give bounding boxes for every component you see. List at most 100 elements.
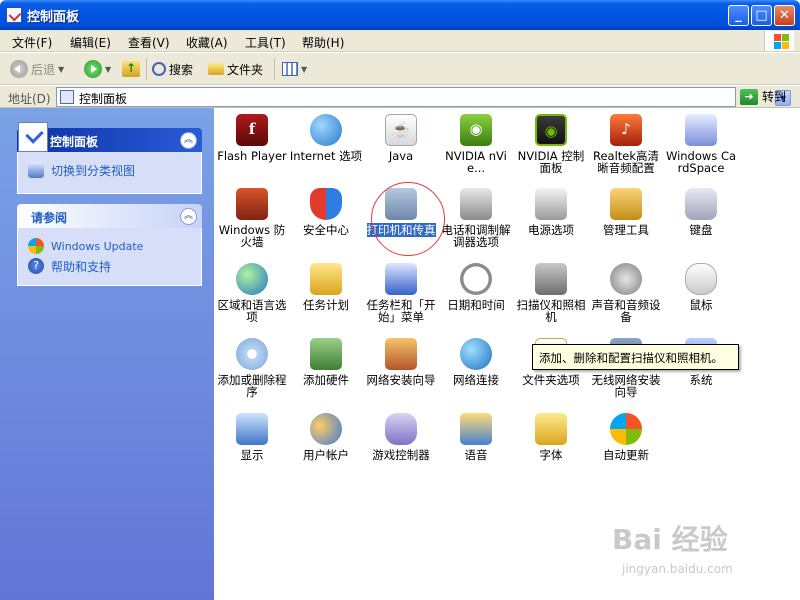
help-support-link[interactable]: ? 帮助和支持 — [28, 256, 201, 276]
address-value: 控制面板 — [79, 92, 128, 106]
cp-item-admin-tools[interactable]: 管理工具 — [589, 188, 663, 236]
cp-item-nvidia-control-panel[interactable]: ◉ NVIDIA 控制面板 — [514, 114, 588, 174]
cp-item-mouse[interactable]: 鼠标 — [664, 263, 738, 311]
mouse-icon — [685, 263, 717, 295]
firewall-icon — [236, 188, 268, 220]
cp-item-flash-player[interactable]: f Flash Player — [215, 114, 289, 162]
help-icon: ? — [28, 258, 44, 274]
security-center-icon — [310, 188, 342, 220]
collapse-icon[interactable]: ︽ — [180, 132, 197, 149]
views-icon — [282, 62, 298, 76]
automatic-updates-icon — [610, 413, 642, 445]
menu-view[interactable]: 查看(V) — [128, 34, 170, 51]
cp-item-sound-audio[interactable]: 声音和音频设备 — [589, 263, 663, 323]
cp-item-keyboard[interactable]: 键盘 — [664, 188, 738, 236]
back-arrow-icon — [10, 60, 28, 78]
chevron-down-icon: ▼ — [301, 64, 308, 74]
address-label: 地址(D) — [8, 92, 51, 106]
scheduled-tasks-icon — [310, 263, 342, 295]
address-input[interactable]: 控制面板 ▼ — [56, 87, 791, 107]
cp-item-java[interactable]: ☕ Java — [364, 114, 438, 162]
cp-item-user-accounts[interactable]: 用户帐户 — [289, 413, 363, 461]
windows-update-link[interactable]: Windows Update — [28, 236, 201, 256]
cp-item-phone-modem[interactable]: 电话和调制解调器选项 — [439, 188, 513, 248]
menu-help[interactable]: 帮助(H) — [302, 34, 344, 51]
cp-item-date-time[interactable]: 日期和时间 — [439, 263, 513, 311]
scanner-camera-icon — [535, 263, 567, 295]
cp-item-display[interactable]: 显示 — [215, 413, 289, 461]
go-arrow-icon: ➔ — [740, 88, 758, 105]
category-view-icon — [28, 162, 44, 178]
switch-category-view-link[interactable]: 切换到分类视图 — [28, 160, 201, 180]
see-also-section: 请参阅 ︽ Windows Update ? 帮助和支持 — [17, 204, 202, 286]
control-panel-icon — [18, 122, 48, 152]
menu-file[interactable]: 文件(F) — [12, 34, 52, 51]
cp-item-scheduled-tasks[interactable]: 任务计划 — [289, 263, 363, 311]
cp-item-nvidia-nview[interactable]: ◉ NVIDIA nVie... — [439, 114, 513, 174]
cp-item-fonts[interactable]: 字体 — [514, 413, 588, 461]
network-connections-icon — [460, 338, 492, 370]
date-time-icon — [460, 263, 492, 295]
cp-item-security-center[interactable]: 安全中心 — [289, 188, 363, 236]
toolbar: 后退 ▼ ▼ ↑ 搜索 文件夹 ▼ — [0, 53, 800, 85]
cp-item-power-options[interactable]: 电源选项 — [514, 188, 588, 236]
forward-button[interactable]: ▼ — [84, 59, 111, 79]
maximize-button[interactable]: □ — [751, 5, 772, 26]
control-panel-icon — [6, 7, 22, 23]
cp-item-game-controllers[interactable]: 游戏控制器 — [364, 413, 438, 461]
fonts-icon — [535, 413, 567, 445]
see-also-section-header[interactable]: 请参阅 ︽ — [17, 204, 202, 228]
search-button[interactable]: 搜索 — [152, 59, 193, 79]
close-button[interactable]: ✕ — [774, 5, 795, 26]
cp-item-network-setup[interactable]: 网络安装向导 — [364, 338, 438, 386]
chevron-down-icon: ▼ — [58, 64, 65, 74]
network-setup-icon — [385, 338, 417, 370]
title-bar[interactable]: 控制面板 _ □ ✕ — [0, 0, 800, 30]
cp-item-add-remove-programs[interactable]: 添加或删除程序 — [215, 338, 289, 398]
cp-item-add-hardware[interactable]: 添加硬件 — [289, 338, 363, 386]
menu-tools[interactable]: 工具(T) — [245, 34, 286, 51]
back-button[interactable]: 后退 ▼ — [10, 59, 64, 79]
control-panel-icon — [60, 90, 74, 104]
cp-item-region-language[interactable]: 区域和语言选项 — [215, 263, 289, 323]
display-icon — [236, 413, 268, 445]
cp-item-internet-options[interactable]: Internet 选项 — [289, 114, 363, 162]
folder-icon — [208, 63, 224, 75]
cp-item-automatic-updates[interactable]: 自动更新 — [589, 413, 663, 461]
task-pane: 控制面板 ︽ 切换到分类视图 请参阅 ︽ Windows Update ? 帮助… — [0, 108, 214, 600]
minimize-button[interactable]: _ — [728, 5, 749, 26]
cp-item-speech[interactable]: 语音 — [439, 413, 513, 461]
control-panel-section-header[interactable]: 控制面板 ︽ — [17, 122, 202, 152]
up-folder-button[interactable]: ↑ — [122, 59, 140, 79]
realtek-audio-icon: ♪ — [610, 114, 642, 146]
cp-item-scanners-cameras[interactable]: 扫描仪和照相机 — [514, 263, 588, 323]
cp-item-cardspace[interactable]: Windows CardSpace — [664, 114, 738, 174]
folders-button[interactable]: 文件夹 — [208, 59, 263, 79]
views-button[interactable]: ▼ — [282, 59, 307, 79]
cp-item-firewall[interactable]: Windows 防火墙 — [215, 188, 289, 248]
search-icon — [152, 62, 166, 76]
tooltip: 添加、删除和配置扫描仪和照相机。 — [532, 344, 739, 370]
add-hardware-icon — [310, 338, 342, 370]
cp-item-taskbar-start[interactable]: 任务栏和「开始」菜单 — [364, 263, 438, 323]
control-panel-section: 控制面板 ︽ 切换到分类视图 — [17, 122, 202, 194]
nvidia-nview-icon: ◉ — [460, 114, 492, 146]
keyboard-icon — [685, 188, 717, 220]
collapse-icon[interactable]: ︽ — [180, 208, 197, 225]
cp-item-network-connections[interactable]: 网络连接 — [439, 338, 513, 386]
forward-arrow-icon — [84, 60, 102, 78]
phone-modem-icon — [460, 188, 492, 220]
cp-item-realtek-audio[interactable]: ♪ Realtek高清晰音频配置 — [589, 114, 663, 174]
cardspace-icon — [685, 114, 717, 146]
menu-bar: 文件(F) 编辑(E) 查看(V) 收藏(A) 工具(T) 帮助(H) — [0, 30, 800, 52]
speech-icon — [460, 413, 492, 445]
address-bar: 地址(D) 控制面板 ▼ ➔ 转到 — [0, 86, 800, 108]
menu-edit[interactable]: 编辑(E) — [70, 34, 111, 51]
go-button[interactable]: ➔ 转到 — [740, 88, 786, 105]
baidu-watermark-url: jingyan.baidu.com — [622, 562, 733, 576]
sound-audio-icon — [610, 263, 642, 295]
chevron-down-icon: ▼ — [105, 64, 112, 74]
window-title: 控制面板 — [27, 10, 80, 25]
user-accounts-icon — [310, 413, 342, 445]
menu-favorites[interactable]: 收藏(A) — [186, 34, 228, 51]
